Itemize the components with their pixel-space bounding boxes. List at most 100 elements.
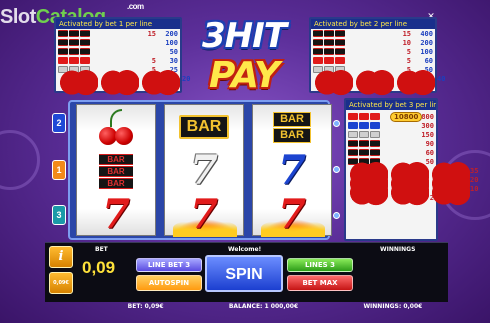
white-seven-icon: 7: [190, 147, 218, 194]
paytable-header: Activated by bet 2 per line: [311, 19, 435, 29]
payout-value: 400: [420, 29, 433, 38]
bar-icon: [69, 30, 79, 37]
game-logo: 3HIT PAY: [185, 16, 303, 102]
bar-icon: [80, 39, 90, 46]
payout-value: 100: [165, 38, 178, 47]
reel-1: BAR BAR BAR 7: [76, 104, 156, 236]
paytable-symbols: [56, 30, 136, 37]
cherry-icon: [58, 60, 98, 97]
payout-value: 150: [421, 130, 434, 139]
paytable-symbols: [346, 122, 414, 129]
seven-white-icon: [359, 131, 369, 138]
cherry-icon: [389, 170, 429, 207]
seven-red-icon: [370, 113, 380, 120]
bar-icon: [324, 48, 334, 55]
seven-blue-icon: [370, 122, 380, 129]
bar-icon: [313, 48, 323, 55]
payout-value: 90: [425, 139, 434, 148]
payout-value: 200: [420, 38, 433, 47]
cherry-icon: [99, 60, 139, 97]
line-marker-1[interactable]: 1: [52, 160, 66, 180]
paytable-symbols: [311, 60, 435, 97]
paytable-bet-1: Activated by bet 1 per line 152001005053…: [54, 17, 190, 97]
bar-icon: [69, 48, 79, 55]
info-button[interactable]: i: [49, 246, 73, 268]
cherry-icon: [430, 170, 470, 207]
red-seven-icon: 7: [190, 191, 218, 238]
paytable-row: 20: [56, 60, 190, 97]
reel-2-middle: 7: [165, 149, 243, 193]
bar-icon: [370, 140, 380, 147]
red-seven-icon: 7: [102, 191, 130, 238]
paytable-row: 10 200: [311, 38, 435, 47]
status-bar: BET: 0,09€ BALANCE: 1 000,00€ WINNINGS: …: [95, 303, 455, 310]
reel-1-bottom: 7: [77, 193, 155, 237]
logo-line-2: PAY: [209, 55, 280, 96]
paytable-symbols: [56, 48, 136, 55]
reel-3-top: BAR BAR: [253, 105, 331, 149]
paytable-symbols: [346, 131, 414, 138]
paytable-row: 10: [346, 170, 478, 207]
payout-value: 100: [420, 47, 433, 56]
lines-button[interactable]: LINES 3: [287, 258, 353, 272]
autospin-button[interactable]: AUTOSPIN: [136, 275, 202, 291]
reel-2-top: BAR: [165, 105, 243, 149]
blue-seven-icon: 7: [278, 147, 306, 194]
bar-icon: [58, 30, 68, 37]
seven-white-icon: [348, 131, 358, 138]
bar-icon: [69, 39, 79, 46]
reel-3-bottom: 7: [253, 193, 331, 237]
payout-value: 35: [470, 166, 479, 175]
paytable-row: 40: [311, 60, 445, 97]
payout-value: 10: [470, 184, 479, 193]
bar-icon: [80, 30, 90, 37]
paytable-row: 100: [56, 38, 180, 47]
payout-value: 5: [406, 47, 411, 56]
payout-value: 300: [421, 121, 434, 130]
background-swirl-left: [0, 130, 40, 190]
paytable-symbols: [311, 30, 391, 37]
red-seven-icon: 7: [278, 191, 306, 238]
seven-blue-icon: [348, 122, 358, 129]
paytable-row: 5 100: [311, 47, 435, 56]
payout-value: 15: [147, 29, 156, 38]
line-bet-button[interactable]: LINE BET 3: [136, 258, 202, 272]
line-dot-3: [333, 212, 340, 219]
reel-3: BAR BAR 7 7: [252, 104, 332, 237]
bar-icon: [335, 30, 345, 37]
paytable-row: 15 400: [311, 29, 435, 38]
winnings-label: WINNINGS: [380, 246, 416, 253]
reel-1-middle: BAR BAR BAR: [77, 149, 155, 193]
paytable-symbols: [311, 39, 391, 46]
payout-value: 50: [169, 47, 178, 56]
triple-bar-icon: BAR BAR BAR: [99, 153, 133, 189]
status-winnings: WINNINGS: 0,00€: [363, 303, 423, 310]
watermark-main-text: Slot: [0, 6, 36, 28]
coin-value-button[interactable]: 0,09€: [49, 272, 73, 294]
bar-icon: [313, 30, 323, 37]
bar-icon: [58, 48, 68, 55]
bet-max-button[interactable]: BET MAX: [287, 275, 353, 291]
bar-icon: [324, 30, 334, 37]
reel-2-bottom: 7: [165, 193, 243, 237]
line-marker-3[interactable]: 3: [52, 205, 66, 225]
paytable-symbols: [346, 140, 414, 147]
jackpot-badge: 10800: [390, 112, 423, 122]
paytable-header: Activated by bet 1 per line: [56, 19, 180, 29]
payout-value: 200: [165, 29, 178, 38]
bar-icon: BAR: [178, 115, 230, 139]
paytable-bet-3: Activated by bet 3 per line 10800 800 300…: [344, 98, 478, 241]
line-dot-1: [333, 166, 340, 173]
bar-icon: [58, 39, 68, 46]
watermark-dotcom: .com: [127, 2, 144, 11]
cherry-icon: [395, 60, 435, 97]
cherry-icon: [140, 60, 180, 97]
spin-button[interactable]: SPIN: [205, 255, 283, 292]
paytable-header: Activated by bet 3 per line: [346, 100, 436, 110]
paytable-row: 50: [56, 47, 180, 56]
seven-red-icon: [348, 113, 358, 120]
status-balance: BALANCE: 1 000,00€: [228, 303, 299, 310]
line-marker-2[interactable]: 2: [52, 113, 66, 133]
cherry-icon: [354, 60, 394, 97]
double-bar-icon: BAR BAR: [273, 111, 311, 143]
